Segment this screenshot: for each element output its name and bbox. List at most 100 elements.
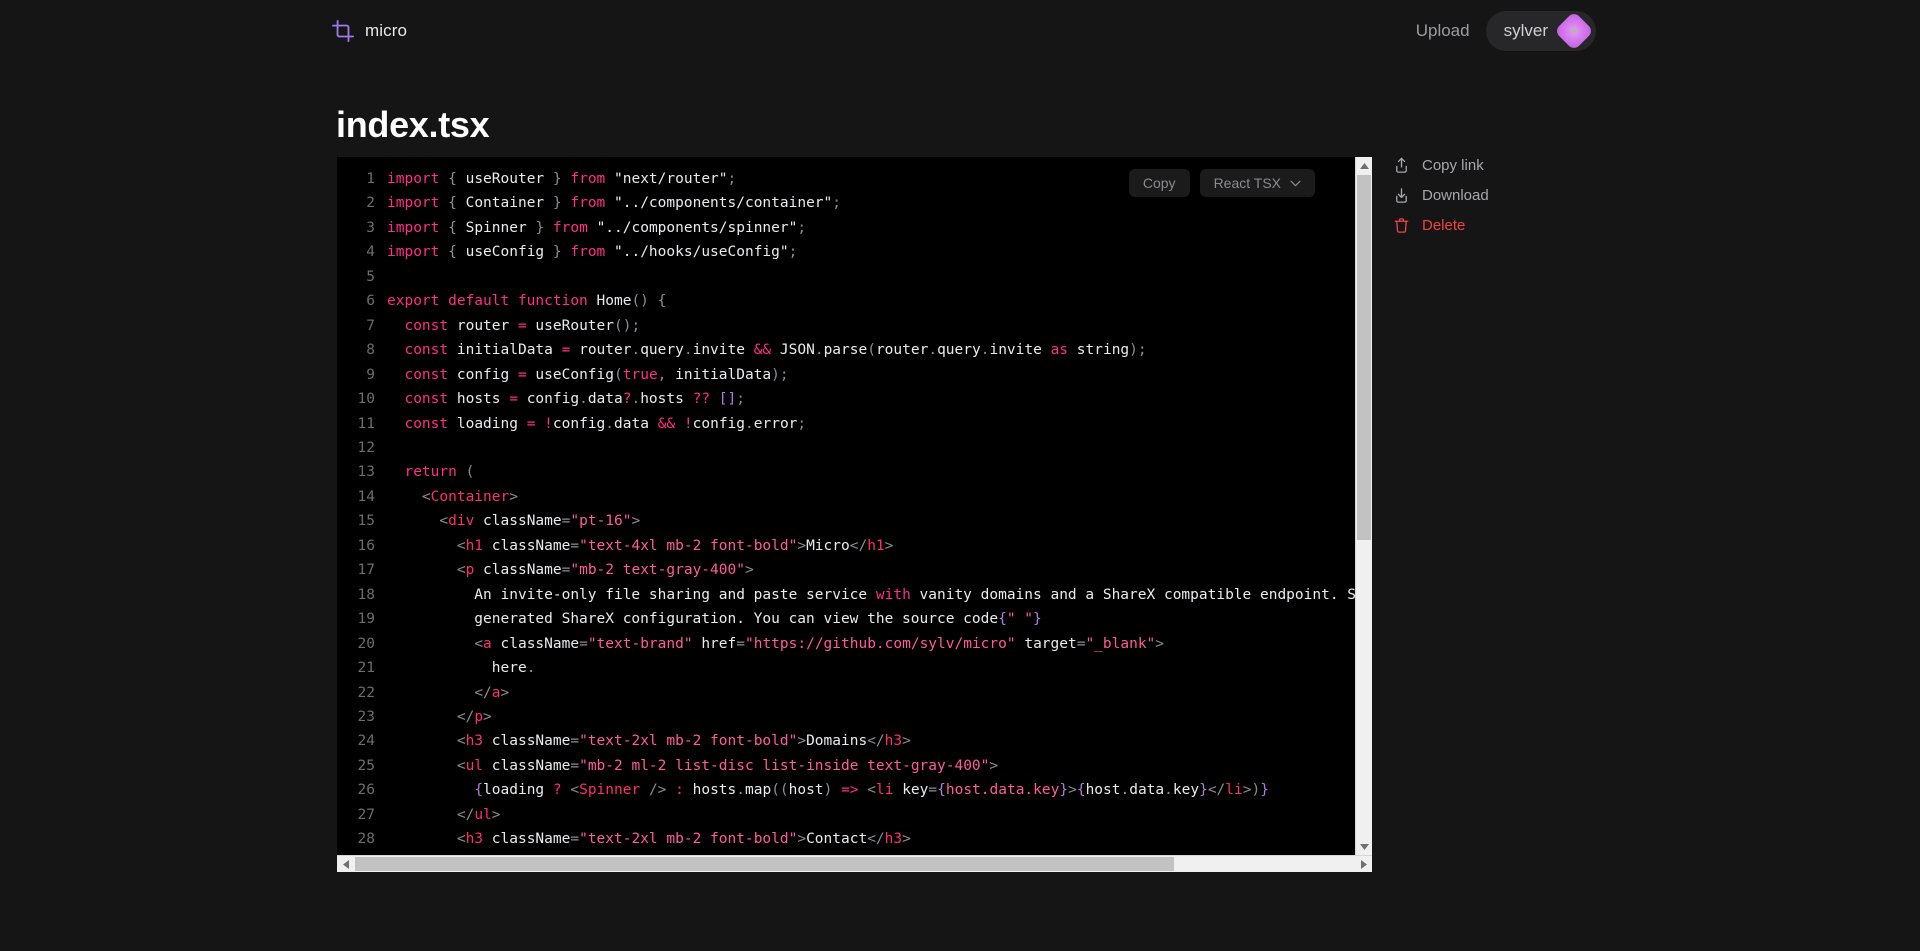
top-navigation-bar: micro Upload sylver (0, 0, 1920, 62)
code-line: 19 generated ShareX configuration. You c… (337, 607, 1355, 631)
code-line: 28 <h3 className="text-2xl mb-2 font-bol… (337, 827, 1355, 851)
code-line-content: <h3 className="text-2xl mb-2 font-bold">… (456, 733, 911, 750)
code-line: 26 {loading ? <Spinner /> : hosts.map((h… (337, 778, 1355, 802)
language-select[interactable]: React TSX (1199, 169, 1315, 197)
code-lines: 1 import { useRouter } from "next/router"… (337, 157, 1355, 855)
triangle-right-icon (1360, 859, 1367, 869)
line-number: 25 (357, 757, 375, 774)
trash-icon (1394, 218, 1409, 233)
code-line-content: <div className="pt-16"> (439, 513, 641, 530)
line-number: 9 (366, 366, 375, 383)
code-line: 14 <Container> (337, 485, 1355, 509)
nav-right-group: Upload sylver (1416, 11, 1596, 51)
horizontal-scrollbar[interactable] (337, 855, 1372, 872)
code-line: 18 An invite-only file sharing and paste… (337, 583, 1355, 607)
action-delete[interactable]: Delete (1393, 217, 1489, 234)
code-line: 27 </ul> (337, 803, 1355, 827)
code-line-content: import { Container } from "../components… (387, 195, 841, 212)
code-line-content: {loading ? <Spinner /> : hosts.map((host… (474, 782, 1269, 799)
code-line: 10 const hosts = config.data?.hosts ?? [… (337, 387, 1355, 411)
action-label: Download (1422, 187, 1489, 204)
code-line: 6 export default function Home() { (337, 289, 1355, 313)
upload-link[interactable]: Upload (1416, 21, 1470, 41)
action-copy-link[interactable]: Copy link (1393, 157, 1489, 174)
code-line-content: const config = useConfig(true, initialDa… (404, 366, 789, 383)
code-line: 16 <h1 className="text-4xl mb-2 font-bol… (337, 534, 1355, 558)
download-icon (1396, 188, 1407, 203)
line-number: 17 (357, 562, 375, 579)
code-line-content: import { Spinner } from "../components/s… (387, 219, 807, 236)
vertical-scrollbar[interactable] (1355, 157, 1372, 855)
code-line: 8 const initialData = router.query.invit… (337, 338, 1355, 362)
line-number: 11 (357, 415, 375, 432)
line-number: 13 (357, 464, 375, 481)
code-line-content: <Container> (421, 488, 518, 505)
scroll-down-button[interactable] (1356, 838, 1372, 855)
line-number: 26 (357, 782, 375, 799)
line-number: 4 (366, 244, 375, 261)
line-number: 8 (366, 342, 375, 359)
code-line-content: <a className="text-brand" href="https://… (474, 635, 1165, 652)
action-label: Copy link (1422, 157, 1484, 174)
line-number: 22 (357, 684, 375, 701)
code-line: 17 <p className="mb-2 text-gray-400"> (337, 558, 1355, 582)
code-line: 20 <a className="text-brand" href="https… (337, 632, 1355, 656)
line-number: 12 (357, 439, 375, 456)
code-line: 22 </a> (337, 681, 1355, 705)
scroll-right-button[interactable] (1355, 856, 1372, 872)
line-number: 24 (357, 733, 375, 750)
triangle-down-icon (1359, 843, 1369, 850)
code-line-content: generated ShareX configuration. You can … (387, 611, 1042, 628)
action-label: Delete (1422, 217, 1466, 234)
line-number: 5 (366, 268, 375, 285)
code-line-content: <h3 className="text-2xl mb-2 font-bold">… (456, 831, 911, 848)
line-number: 19 (357, 611, 375, 628)
code-line: 7 const router = useRouter(); (337, 314, 1355, 338)
line-number: 3 (366, 219, 375, 236)
code-line: 21 here. (337, 656, 1355, 680)
code-line-content: return ( (404, 464, 475, 481)
user-menu-button[interactable]: sylver (1485, 11, 1596, 51)
code-line: 4 import { useConfig } from "../hooks/use… (337, 240, 1355, 264)
avatar (1554, 11, 1594, 51)
copy-button-label: Copy (1142, 175, 1176, 191)
code-line-content: An invite-only file sharing and paste se… (387, 586, 1355, 603)
page-title: index.tsx (336, 104, 490, 145)
language-select-label: React TSX (1213, 175, 1281, 191)
code-line: 15 <div className="pt-16"> (337, 509, 1355, 533)
user-name-label: sylver (1503, 21, 1548, 40)
triangle-up-icon (1359, 162, 1369, 169)
code-line-content: </p> (456, 708, 492, 725)
code-line-content: export default function Home() { (387, 293, 667, 310)
code-scroll-area[interactable]: 1 import { useRouter } from "next/router"… (337, 157, 1355, 855)
code-toolbar: Copy React TSX (1128, 169, 1315, 197)
share-icon (1396, 157, 1407, 173)
brand-name-label: micro (365, 21, 408, 40)
code-line: 11 const loading = !config.data && !conf… (337, 412, 1355, 436)
code-line: 9 const config = useConfig(true, initial… (337, 363, 1355, 387)
scroll-left-button[interactable] (337, 856, 354, 872)
code-line-content: <h1 className="text-4xl mb-2 font-bold">… (456, 537, 894, 554)
copy-button[interactable]: Copy (1128, 169, 1190, 197)
code-line-content: import { useRouter } from "next/router"; (387, 171, 737, 187)
code-line-content: here. (387, 660, 536, 677)
line-number: 15 (357, 513, 375, 530)
code-line: 12​ (337, 436, 1355, 460)
brand-logo-link[interactable]: micro (332, 20, 407, 42)
line-number: 7 (366, 317, 375, 334)
vertical-scroll-thumb[interactable] (1357, 175, 1371, 541)
crop-icon (332, 20, 354, 42)
scroll-up-button[interactable] (1356, 157, 1372, 174)
line-number: 21 (357, 660, 375, 677)
code-line: 3 import { Spinner } from "../components/… (337, 216, 1355, 240)
line-number: 1 (366, 171, 375, 187)
code-line-content: <ul className="mb-2 ml-2 list-disc list-… (456, 757, 999, 774)
code-line: 13 return ( (337, 460, 1355, 484)
code-line-content: </ul> (456, 806, 501, 823)
line-number: 6 (366, 293, 375, 310)
code-line: 25 <ul className="mb-2 ml-2 list-disc li… (337, 754, 1355, 778)
triangle-left-icon (342, 859, 349, 869)
action-download[interactable]: Download (1393, 187, 1489, 204)
file-actions-list: Copy link Download Delete (1393, 157, 1489, 234)
horizontal-scroll-thumb[interactable] (355, 857, 1175, 871)
